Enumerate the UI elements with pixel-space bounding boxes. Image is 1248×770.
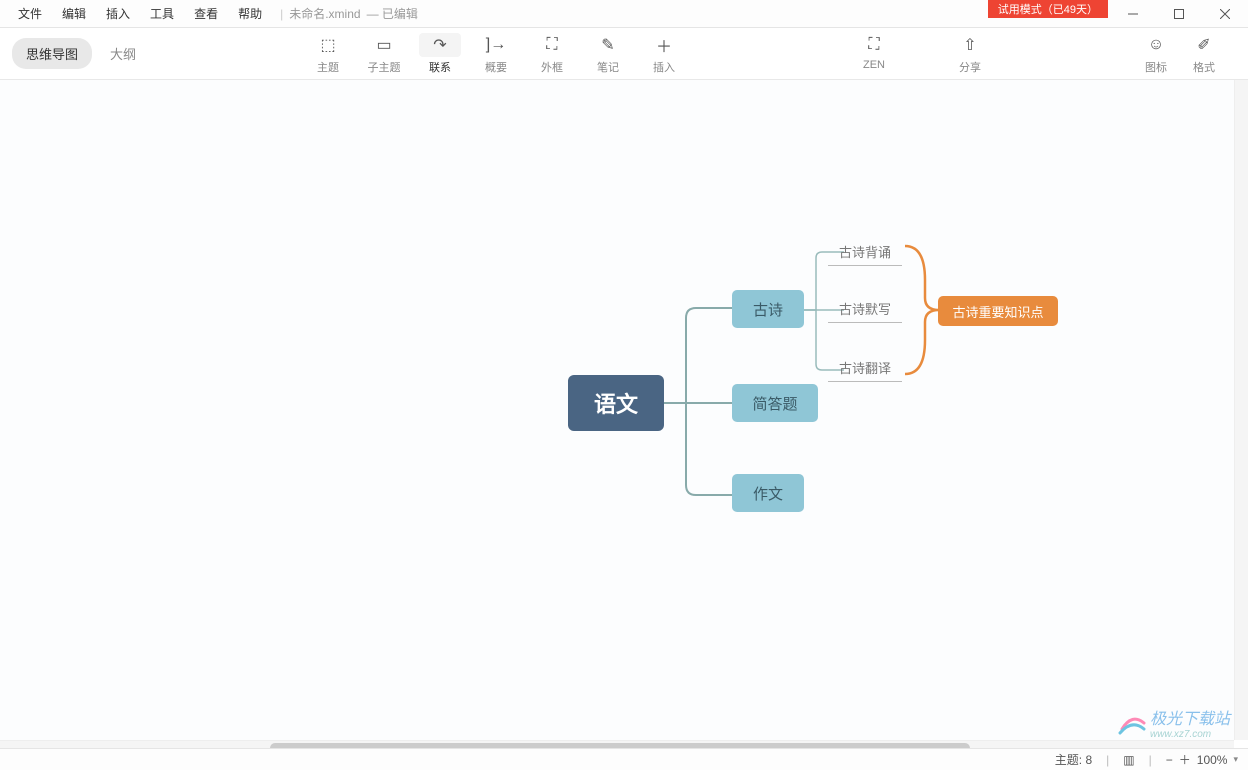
vertical-scrollbar[interactable] (1234, 80, 1248, 740)
menu-tools[interactable]: 工具 (140, 1, 184, 26)
node-summary[interactable]: 古诗重要知识点 (938, 296, 1058, 326)
view-tabs: 思维导图 大纲 (12, 38, 150, 69)
tool-group-main: ⬚ 主题 ▭ 子主题 ↷ 联系 ]→ 概要 ⛶ 外框 ✎ 笔记 ＋ 插入 (300, 33, 692, 75)
note-icon: ✎ (601, 35, 614, 55)
smiley-icon: ☺ (1148, 36, 1164, 54)
zen-icon: ⛶ (868, 36, 879, 54)
toolbar: 思维导图 大纲 ⬚ 主题 ▭ 子主题 ↷ 联系 ]→ 概要 ⛶ 外框 ✎ 笔记 … (0, 28, 1248, 80)
separator: | (280, 7, 283, 21)
topic-count-label: 主题: 8 (1055, 751, 1092, 768)
boundary-icon: ⛶ (546, 36, 557, 54)
brush-icon: ✐ (1197, 35, 1210, 55)
tool-note[interactable]: ✎ 笔记 (580, 33, 636, 75)
tool-summary[interactable]: ]→ 概要 (468, 33, 524, 75)
window-controls (1110, 0, 1248, 28)
node-root[interactable]: 语文 (568, 375, 664, 431)
tab-mindmap[interactable]: 思维导图 (12, 38, 92, 69)
zoom-dropdown-icon[interactable]: ▾ (1233, 754, 1238, 765)
trial-badge[interactable]: 试用模式（已49天） (988, 0, 1108, 18)
tool-subtopic[interactable]: ▭ 子主题 (356, 33, 412, 75)
tool-share[interactable]: ⇧ 分享 (942, 33, 998, 75)
titlebar: 文件 编辑 插入 工具 查看 帮助 | 未命名.xmind — 已编辑 试用模式… (0, 0, 1248, 28)
file-name: 未命名.xmind (289, 5, 360, 22)
share-icon: ⇧ (963, 35, 976, 55)
zoom-level[interactable]: 100% (1197, 753, 1228, 767)
canvas[interactable]: 语文 古诗 简答题 作文 古诗背诵 古诗默写 古诗翻译 古诗重要知识点 (0, 80, 1248, 740)
node-branch-1[interactable]: 古诗 (732, 290, 804, 328)
tool-relation[interactable]: ↷ 联系 (412, 33, 468, 75)
tool-group-zen: ⛶ ZEN ⇧ 分享 (846, 33, 998, 75)
tool-group-right: ☺ 图标 ✐ 格式 (1132, 33, 1228, 75)
tool-icon-panel[interactable]: ☺ 图标 (1132, 33, 1180, 75)
menu-insert[interactable]: 插入 (96, 1, 140, 26)
subtopic-icon: ▭ (376, 35, 391, 55)
topic-icon: ⬚ (320, 35, 335, 55)
summary-icon: ]→ (486, 36, 506, 54)
node-branch-3[interactable]: 作文 (732, 474, 804, 512)
tool-zen[interactable]: ⛶ ZEN (846, 33, 902, 75)
watermark-logo-icon (1118, 709, 1146, 737)
insert-icon: ＋ (656, 33, 672, 57)
node-leaf-2[interactable]: 古诗默写 (828, 297, 902, 323)
relation-icon: ↷ (433, 35, 446, 55)
zoom-out-button[interactable]: − (1166, 753, 1173, 767)
menu-view[interactable]: 查看 (184, 1, 228, 26)
menu-file[interactable]: 文件 (8, 1, 52, 26)
maximize-button[interactable] (1156, 0, 1202, 28)
tool-insert[interactable]: ＋ 插入 (636, 33, 692, 75)
tab-outline[interactable]: 大纲 (96, 38, 150, 69)
zoom-in-button[interactable]: ＋ (1179, 751, 1191, 768)
watermark: 极光下载站 www.xz7.com (1118, 705, 1230, 740)
map-overview-icon[interactable]: ▥ (1123, 753, 1134, 767)
tool-format-panel[interactable]: ✐ 格式 (1180, 33, 1228, 75)
node-leaf-1[interactable]: 古诗背诵 (828, 240, 902, 266)
file-status: — 已编辑 (367, 5, 418, 22)
statusbar: 主题: 8 | ▥ | − ＋ 100% ▾ (0, 748, 1248, 770)
tool-boundary[interactable]: ⛶ 外框 (524, 33, 580, 75)
close-button[interactable] (1202, 0, 1248, 28)
menu-edit[interactable]: 编辑 (52, 1, 96, 26)
menu-bar: 文件 编辑 插入 工具 查看 帮助 | 未命名.xmind — 已编辑 (0, 1, 418, 26)
tool-topic[interactable]: ⬚ 主题 (300, 33, 356, 75)
menu-help[interactable]: 帮助 (228, 1, 272, 26)
node-branch-2[interactable]: 简答题 (732, 384, 818, 422)
node-leaf-3[interactable]: 古诗翻译 (828, 356, 902, 382)
minimize-button[interactable] (1110, 0, 1156, 28)
